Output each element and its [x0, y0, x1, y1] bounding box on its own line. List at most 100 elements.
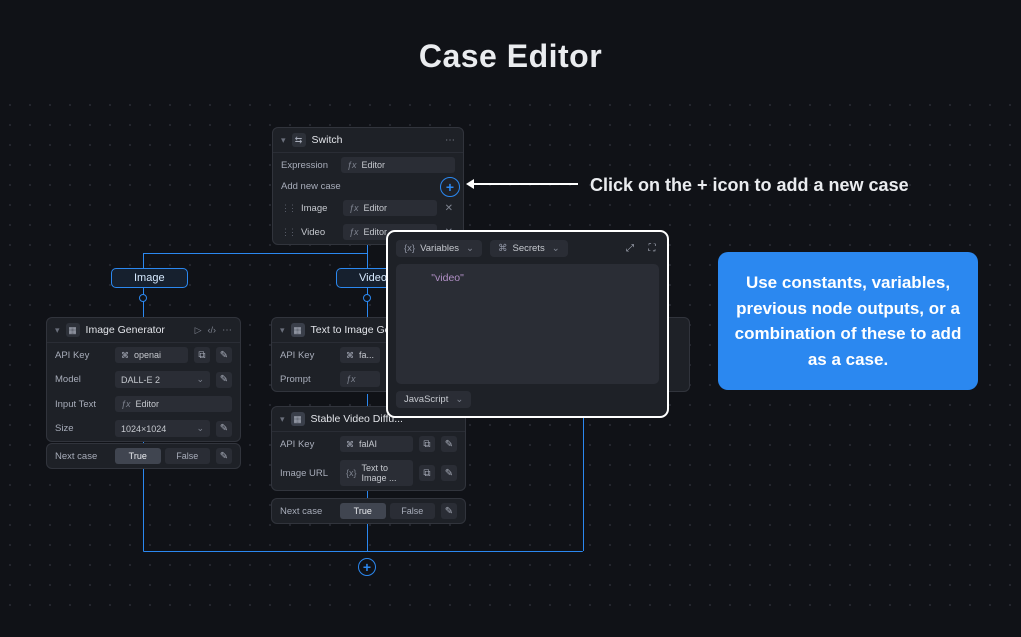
true-option[interactable]: True [115, 448, 161, 464]
edit-button[interactable]: ✎ [216, 448, 232, 464]
collapse-icon[interactable]: ▾ [280, 414, 285, 425]
wire [143, 253, 144, 269]
secrets-dropdown[interactable]: ⌘Secrets [490, 240, 568, 257]
code-text: "video" [431, 272, 464, 284]
true-false-toggle[interactable]: True False [115, 448, 210, 464]
expression-row: Expression ƒxEditor [273, 153, 463, 177]
copy-button[interactable]: ⧉ [419, 436, 435, 452]
image-url-field[interactable]: {x} Text to Image ... [340, 460, 413, 486]
fx-icon: ƒx [121, 399, 131, 409]
api-key-field[interactable]: ⌘falAI [340, 436, 413, 452]
node-header[interactable]: ▾ ⇆ Switch ⋯ [273, 128, 463, 153]
input-text-row: Input Text ƒx Editor [47, 392, 240, 416]
model-select[interactable]: DALL-E 2 [115, 371, 210, 388]
copy-button[interactable]: ⧉ [194, 347, 210, 363]
case-name: Video [301, 227, 337, 238]
model-row: Model DALL-E 2 ✎ [47, 367, 240, 392]
variable-icon: {x} [346, 468, 357, 478]
expression-editor-popup: {x}Variables ⌘Secrets ⤢ ⛶ "video" JavaSc… [386, 230, 669, 418]
field-label: Model [55, 374, 109, 385]
field-label: API Key [280, 439, 334, 450]
field-value: Editor [364, 203, 388, 213]
edit-button[interactable]: ✎ [216, 421, 232, 437]
wire [367, 520, 368, 551]
key-icon: ⌘ [121, 351, 129, 360]
true-false-toggle[interactable]: True False [340, 503, 435, 519]
wire [143, 465, 144, 551]
next-case-row: Next case True False ✎ [47, 444, 240, 468]
field-value: falAI [359, 439, 377, 449]
expression-footer: JavaScript [396, 391, 659, 408]
field-value: Editor [136, 399, 160, 409]
case-name: Image [301, 203, 337, 214]
video-icon: ▦ [291, 412, 305, 426]
api-key-row: API Key ⌘openai ⧉ ✎ [47, 343, 240, 367]
true-option[interactable]: True [340, 503, 386, 519]
key-icon: ⌘ [346, 351, 354, 360]
expand-icon[interactable]: ⛶ [645, 242, 659, 256]
prompt-field[interactable]: ƒx [340, 371, 380, 387]
node-header[interactable]: ▾ ▦ Image Generator ▷ ‹/› ⋯ [47, 318, 240, 343]
add-case-button[interactable]: + [440, 177, 460, 197]
expression-code-input[interactable]: "video" [396, 264, 659, 384]
variable-icon: {x} [404, 243, 415, 254]
api-key-row: API Key ⌘falAI ⧉ ✎ [272, 432, 465, 456]
flow-canvas[interactable]: + ▾ ⇆ Switch ⋯ Expression ƒxEditor Add n… [0, 0, 1021, 637]
dropdown-label: JavaScript [404, 394, 448, 405]
edit-button[interactable]: ✎ [216, 347, 232, 363]
node-name: Image Generator [86, 324, 189, 336]
field-label: Input Text [55, 399, 109, 410]
flow-port [139, 294, 147, 302]
field-label: Next case [280, 506, 334, 517]
annotation-text: Click on the + icon to add a new case [590, 175, 909, 196]
node-menu-icon[interactable]: ⋯ [222, 325, 232, 336]
edit-button[interactable]: ✎ [441, 465, 457, 481]
key-icon: ⌘ [498, 243, 508, 254]
play-icon[interactable]: ▷ [195, 325, 202, 336]
wire [143, 253, 367, 254]
drag-handle-icon[interactable]: ⋮⋮ [281, 203, 295, 214]
edit-button[interactable]: ✎ [216, 372, 232, 388]
expression-field[interactable]: ƒxEditor [341, 157, 455, 173]
false-option[interactable]: False [165, 448, 211, 464]
size-select[interactable]: 1024×1024 [115, 420, 210, 437]
api-key-field[interactable]: ⌘ fa... [340, 347, 380, 363]
collapse-icon[interactable]: ▾ [280, 325, 285, 336]
false-option[interactable]: False [390, 503, 436, 519]
remove-case-icon[interactable]: ✕ [443, 203, 455, 214]
add-case-row: Add new case [273, 177, 463, 196]
field-value: Editor [362, 160, 386, 170]
flow-port [363, 294, 371, 302]
branch-image[interactable]: Image [111, 268, 188, 288]
language-dropdown[interactable]: JavaScript [396, 391, 471, 408]
variables-dropdown[interactable]: {x}Variables [396, 240, 482, 257]
code-icon[interactable]: ‹/› [208, 325, 217, 335]
fx-icon: ƒx [349, 203, 359, 213]
api-key-field[interactable]: ⌘openai [115, 347, 188, 363]
field-value: Text to Image ... [362, 463, 407, 483]
collapse-icon[interactable]: ▾ [281, 135, 286, 146]
case-value-field[interactable]: ƒx Editor [343, 200, 437, 216]
next-case-row: Next case True False ✎ [272, 499, 465, 523]
input-text-field[interactable]: ƒx Editor [115, 396, 232, 412]
stable-video-node: ▾ ▦ Stable Video Diffu... API Key ⌘falAI… [271, 406, 466, 491]
edit-button[interactable]: ✎ [441, 436, 457, 452]
node-name: Switch [312, 134, 439, 146]
copy-button[interactable]: ⧉ [419, 465, 435, 481]
drag-handle-icon[interactable]: ⋮⋮ [281, 227, 295, 238]
add-node-button[interactable]: + [358, 558, 376, 576]
shuffle-icon[interactable]: ⤢ [623, 242, 637, 256]
field-value: fa... [359, 350, 374, 360]
field-label: API Key [55, 350, 109, 361]
field-label: Prompt [280, 374, 334, 385]
image-icon: ▦ [291, 323, 305, 337]
next-case-node-left: Next case True False ✎ [46, 443, 241, 469]
node-menu-icon[interactable]: ⋯ [445, 135, 455, 146]
case-row-image: ⋮⋮ Image ƒx Editor ✕ [273, 196, 463, 220]
image-generator-node: ▾ ▦ Image Generator ▷ ‹/› ⋯ API Key ⌘ope… [46, 317, 241, 442]
field-label: Expression [281, 160, 335, 171]
edit-button[interactable]: ✎ [441, 503, 457, 519]
collapse-icon[interactable]: ▾ [55, 325, 60, 336]
field-value: DALL-E 2 [121, 375, 160, 385]
fx-icon: ƒx [349, 227, 359, 237]
